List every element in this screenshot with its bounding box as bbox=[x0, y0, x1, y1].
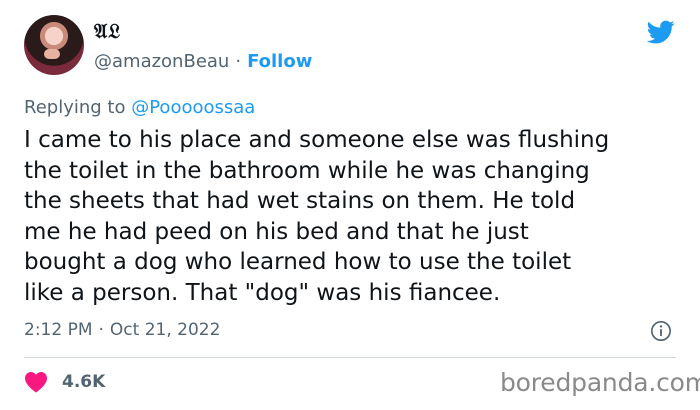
like-count[interactable]: 4.6K bbox=[62, 370, 105, 394]
display-name[interactable]: 𝔄𝔏 bbox=[94, 19, 121, 43]
heart-icon[interactable] bbox=[24, 371, 48, 393]
tweet-time[interactable]: 2:12 PM bbox=[24, 320, 93, 340]
avatar-hand bbox=[44, 49, 60, 59]
username-handle[interactable]: @amazonBeau bbox=[94, 51, 229, 72]
divider bbox=[24, 357, 676, 358]
separator-dot: · bbox=[235, 51, 242, 72]
reply-mention-link[interactable]: @Pooooossaa bbox=[131, 97, 255, 118]
tweet-text: I came to his place and someone else was… bbox=[24, 127, 610, 306]
replying-to: Replying to @Pooooossaa bbox=[24, 95, 255, 121]
twitter-bird-icon[interactable] bbox=[644, 18, 678, 46]
tweet-card: 𝔄𝔏 @amazonBeau · Follow Replying to @Poooo… bbox=[0, 0, 700, 410]
info-icon[interactable] bbox=[650, 320, 672, 342]
handle-row: @amazonBeau · Follow bbox=[94, 50, 312, 74]
tweet-date[interactable]: Oct 21, 2022 bbox=[110, 320, 221, 340]
replying-to-label: Replying to bbox=[24, 97, 126, 118]
follow-button[interactable]: Follow bbox=[247, 51, 312, 72]
separator-dot: · bbox=[98, 320, 104, 340]
watermark: boredpanda.com bbox=[500, 368, 700, 397]
avatar[interactable] bbox=[24, 15, 84, 75]
timestamp[interactable]: 2:12 PM · Oct 21, 2022 bbox=[24, 318, 220, 342]
